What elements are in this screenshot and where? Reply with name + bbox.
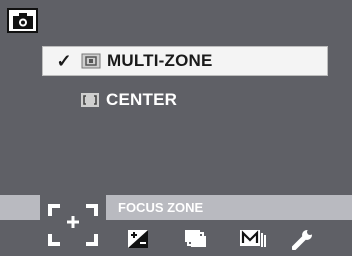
manual-mode-icon[interactable] xyxy=(240,230,268,248)
menu-item-center[interactable]: CENTER xyxy=(42,85,328,115)
camera-menu-screen: ✓ MULTI-ZONE CENTER FOCUS ZONE xyxy=(0,0,352,256)
menu-item-multi-zone[interactable]: ✓ MULTI-ZONE xyxy=(42,46,328,76)
exposure-compensation-icon[interactable] xyxy=(128,230,148,248)
bottom-icon-row xyxy=(0,220,352,256)
focus-zone-label: FOCUS ZONE xyxy=(118,200,204,215)
multi-zone-icon xyxy=(81,53,101,69)
check-icon: ✓ xyxy=(56,50,72,71)
menu-item-label: MULTI-ZONE xyxy=(107,51,213,70)
center-focus-icon xyxy=(81,93,99,107)
setup-wrench-icon[interactable] xyxy=(292,230,316,250)
menu-item-label: CENTER xyxy=(106,90,178,109)
continuous-shooting-icon[interactable] xyxy=(185,230,207,248)
camera-icon xyxy=(13,13,33,29)
camera-mode-icon[interactable] xyxy=(7,8,38,33)
